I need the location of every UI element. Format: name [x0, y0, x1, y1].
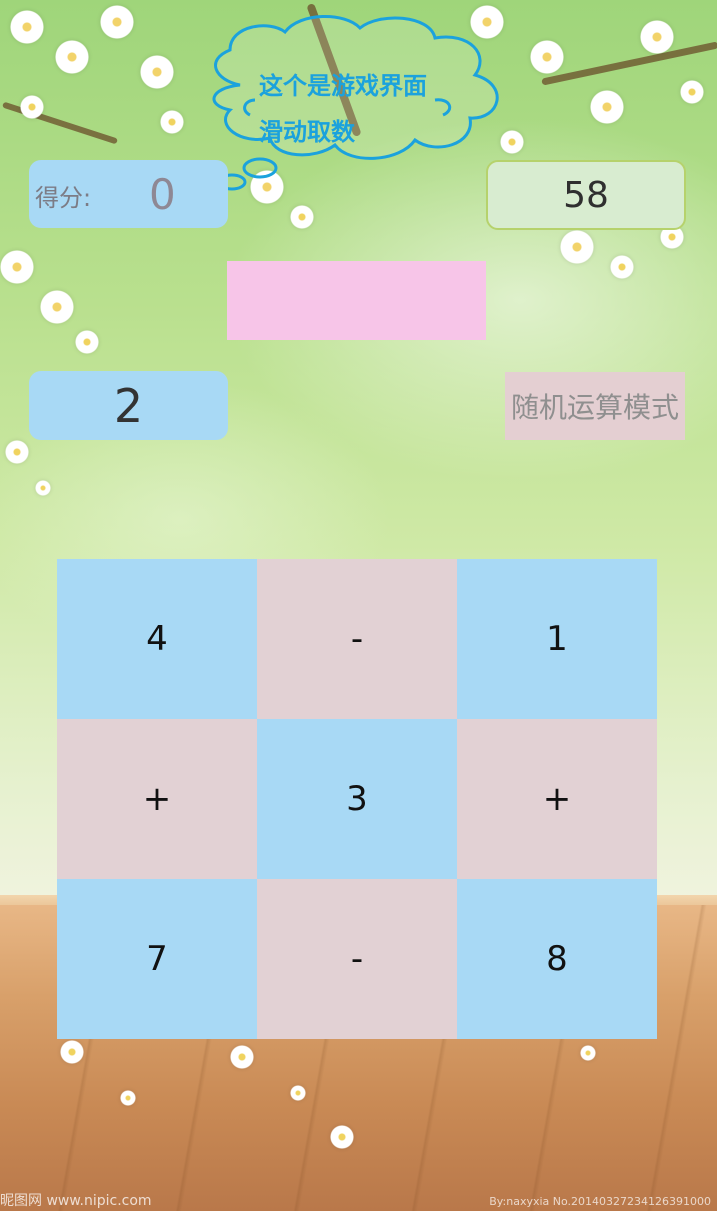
blossom-decoration	[330, 1125, 354, 1149]
blossom-decoration	[120, 1090, 136, 1106]
grid-cell[interactable]: 8	[457, 879, 657, 1039]
grid-cell[interactable]: -	[257, 559, 457, 719]
grid-cell[interactable]: +	[57, 719, 257, 879]
score-value: 0	[149, 170, 176, 219]
watermark-right: By:naxyxia No.20140327234126391000	[489, 1195, 711, 1208]
blossom-decoration	[680, 80, 704, 104]
blossom-decoration	[610, 255, 634, 279]
blossom-decoration	[10, 10, 44, 44]
game-grid[interactable]: 4 - 1 + 3 + 7 - 8	[57, 559, 657, 1039]
blossom-decoration	[140, 55, 174, 89]
blossom-decoration	[530, 40, 564, 74]
grid-cell[interactable]: 7	[57, 879, 257, 1039]
cloud-icon	[204, 15, 499, 199]
blossom-decoration	[55, 40, 89, 74]
grid-cell[interactable]: -	[257, 879, 457, 1039]
blossom-decoration	[590, 90, 624, 124]
blossom-decoration	[290, 1085, 306, 1101]
score-label: 得分:	[35, 184, 92, 212]
timer-display: 58	[486, 160, 686, 230]
grid-cell[interactable]: +	[457, 719, 657, 879]
blossom-decoration	[5, 440, 29, 464]
blossom-decoration	[20, 95, 44, 119]
blossom-decoration	[290, 205, 314, 229]
grid-cell[interactable]: 1	[457, 559, 657, 719]
blossom-decoration	[100, 5, 134, 39]
score-panel: 得分: 0	[29, 160, 228, 228]
blossom-decoration	[75, 330, 99, 354]
blossom-decoration	[640, 20, 674, 54]
bubble-text-line2: 滑动取数	[259, 118, 355, 146]
blossom-decoration	[160, 110, 184, 134]
grid-cell[interactable]: 4	[57, 559, 257, 719]
blossom-decoration	[60, 1040, 84, 1064]
watermark-left: 昵图网 www.nipic.com	[0, 1193, 152, 1209]
expression-display	[227, 261, 486, 340]
random-operation-mode-button[interactable]: 随机运算模式	[505, 372, 685, 440]
blossom-decoration	[230, 1045, 254, 1069]
bubble-text-line1: 这个是游戏界面	[259, 72, 427, 100]
blossom-decoration	[40, 290, 74, 324]
blossom-decoration	[35, 480, 51, 496]
blossom-decoration	[0, 250, 34, 284]
blossom-decoration	[560, 230, 594, 264]
thought-bubble: 这个是游戏界面 滑动取数	[185, 10, 525, 200]
blossom-decoration	[580, 1045, 596, 1061]
target-number: 2	[29, 371, 228, 440]
grid-cell[interactable]: 3	[257, 719, 457, 879]
